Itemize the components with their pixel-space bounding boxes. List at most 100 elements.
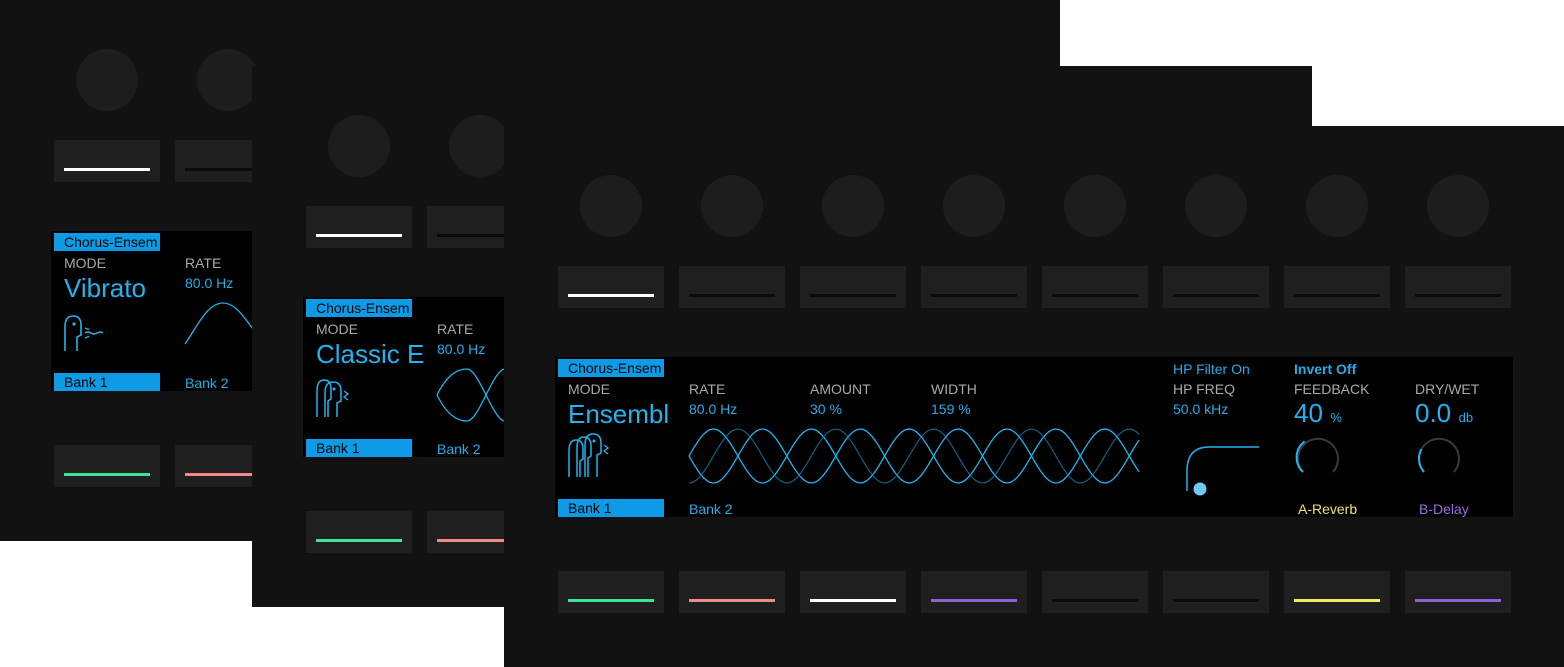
device-display: Chorus-Ensem MODE Ensembl RATE 80.0 Hz A… <box>555 357 1513 517</box>
button-led <box>1294 599 1380 602</box>
drywet-unit: db <box>1458 410 1474 425</box>
preset-title: Chorus-Ensem <box>54 233 160 251</box>
feedback-label: FEEDBACK <box>1294 381 1370 397</box>
button-led <box>1173 599 1259 602</box>
encoder-knob-1[interactable] <box>76 49 138 111</box>
bank-1-tab[interactable]: Bank 1 <box>558 499 664 517</box>
top-button-2[interactable] <box>679 266 785 308</box>
bottom-button-3[interactable] <box>800 571 906 613</box>
rate-value: 80.0 Hz <box>437 341 486 357</box>
bottom-button-4[interactable] <box>921 571 1027 613</box>
top-button-1[interactable] <box>558 266 664 308</box>
top-button-5[interactable] <box>1042 266 1148 308</box>
mode-label: MODE <box>64 255 106 271</box>
preset-title: Chorus-Ensem <box>306 299 412 317</box>
button-led <box>931 294 1017 297</box>
b-delay-label: B-Delay <box>1419 501 1469 517</box>
button-led <box>810 294 896 297</box>
button-led <box>1173 294 1259 297</box>
encoder-knob-4[interactable] <box>943 175 1005 237</box>
amount-value: 30 % <box>810 401 842 417</box>
top-button-4[interactable] <box>921 266 1027 308</box>
drywet-number: 0.0 <box>1415 398 1452 428</box>
button-led <box>689 599 775 602</box>
three-voices-icon <box>568 433 610 477</box>
encoder-knob-3[interactable] <box>822 175 884 237</box>
feedback-number: 40 <box>1294 398 1323 428</box>
bottom-button-7[interactable] <box>1284 571 1390 613</box>
drywet-dial[interactable] <box>1416 433 1462 479</box>
hp-filter-toggle[interactable]: HP Filter On <box>1173 362 1250 376</box>
mode-label: MODE <box>568 381 610 397</box>
device-panel-front: Chorus-Ensem MODE Ensembl RATE 80.0 Hz A… <box>504 126 1564 667</box>
top-button-8[interactable] <box>1405 266 1511 308</box>
device-display: Chorus-Ensem MODE Vibrato RATE 80.0 Hz B… <box>51 231 261 391</box>
single-voice-icon <box>64 315 104 351</box>
button-led <box>931 599 1017 602</box>
two-voices-icon <box>316 379 350 417</box>
hp-filter-curve <box>1186 446 1259 496</box>
top-button-1[interactable] <box>54 140 160 182</box>
feedback-unit: % <box>1330 410 1342 425</box>
button-led <box>1415 599 1501 602</box>
lfo-wave-graph <box>436 368 513 422</box>
width-value: 159 % <box>931 401 971 417</box>
rate-label: RATE <box>185 255 222 271</box>
rate-label: RATE <box>437 321 474 337</box>
width-label: WIDTH <box>931 381 977 397</box>
feedback-dial[interactable] <box>1295 433 1341 479</box>
bottom-button-2[interactable] <box>679 571 785 613</box>
encoder-knob-2[interactable] <box>701 175 763 237</box>
a-reverb-label: A-Reverb <box>1298 501 1358 517</box>
bottom-button-1[interactable] <box>306 511 412 553</box>
button-led <box>568 599 654 602</box>
top-button-7[interactable] <box>1284 266 1390 308</box>
top-button-6[interactable] <box>1163 266 1269 308</box>
encoder-knob-8[interactable] <box>1427 175 1489 237</box>
encoder-knob-1[interactable] <box>328 115 390 177</box>
drywet-value: 0.0 db <box>1415 400 1473 426</box>
bottom-button-1[interactable] <box>54 445 160 487</box>
button-led <box>810 599 896 602</box>
button-led <box>568 294 654 297</box>
hp-freq-label: HP FREQ <box>1173 381 1235 397</box>
button-led <box>1052 294 1138 297</box>
bottom-button-5[interactable] <box>1042 571 1148 613</box>
invert-toggle[interactable]: Invert Off <box>1294 362 1356 376</box>
top-button-3[interactable] <box>800 266 906 308</box>
bank-2-tab[interactable]: Bank 2 <box>689 502 733 516</box>
encoder-knob-1[interactable] <box>580 175 642 237</box>
drywet-label: DRY/WET <box>1415 381 1480 397</box>
mode-value: Ensembl <box>568 399 670 429</box>
preset-title: Chorus-Ensem <box>558 359 664 377</box>
bank-2-tab[interactable]: Bank 2 <box>437 442 481 456</box>
mode-label: MODE <box>316 321 358 337</box>
button-led <box>1294 294 1380 297</box>
bottom-button-1[interactable] <box>558 571 664 613</box>
bank-1-tab[interactable]: Bank 1 <box>54 373 160 391</box>
amount-label: AMOUNT <box>810 381 871 397</box>
button-led <box>1415 294 1501 297</box>
rate-value: 80.0 Hz <box>689 401 738 417</box>
hp-freq-value: 50.0 kHz <box>1173 401 1229 417</box>
mode-value: Classic E <box>316 339 425 369</box>
encoder-knob-2[interactable] <box>449 115 511 177</box>
bottom-button-6[interactable] <box>1163 571 1269 613</box>
encoder-knob-6[interactable] <box>1185 175 1247 237</box>
bottom-button-8[interactable] <box>1405 571 1511 613</box>
rate-value: 80.0 Hz <box>185 275 234 291</box>
button-led <box>689 294 775 297</box>
rate-label: RATE <box>689 381 726 397</box>
bank-2-tab[interactable]: Bank 2 <box>185 376 229 390</box>
encoder-knob-7[interactable] <box>1306 175 1368 237</box>
button-led <box>1052 599 1138 602</box>
lfo-wave-graph <box>184 302 261 345</box>
top-button-1[interactable] <box>306 206 412 248</box>
mode-value: Vibrato <box>64 273 146 303</box>
encoder-knob-5[interactable] <box>1064 175 1126 237</box>
feedback-value: 40 % <box>1294 400 1342 426</box>
bank-1-tab[interactable]: Bank 1 <box>306 439 412 457</box>
device-display: Chorus-Ensem MODE Classic E RATE 80.0 Hz… <box>303 297 513 457</box>
encoder-knob-2[interactable] <box>197 49 259 111</box>
ensemble-wave-graph <box>688 428 1140 484</box>
